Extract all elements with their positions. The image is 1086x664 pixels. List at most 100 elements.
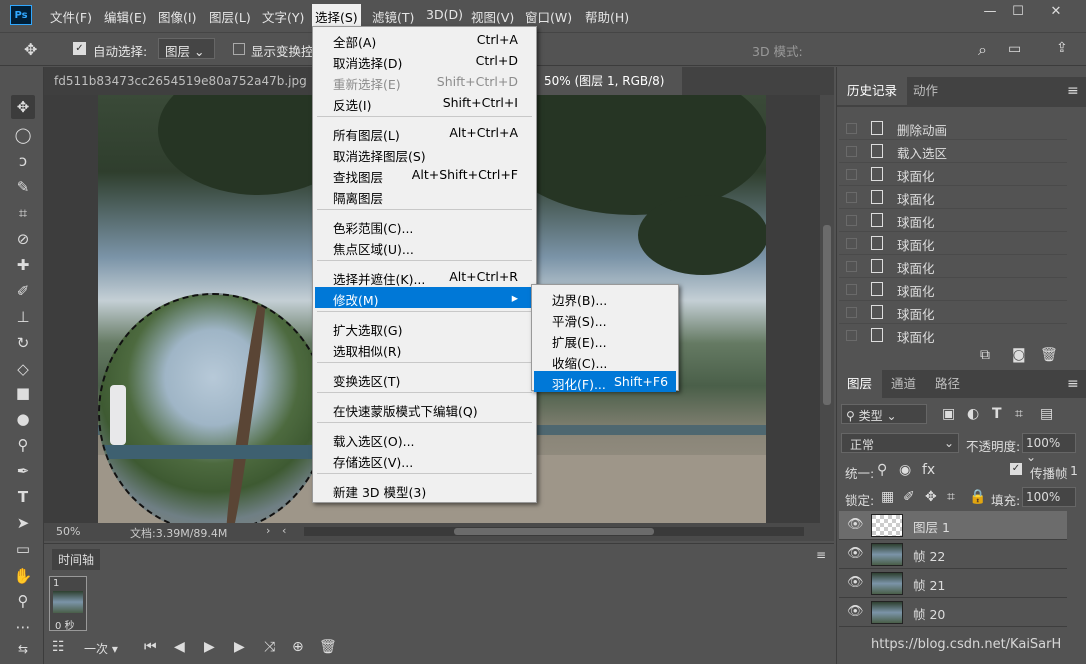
convert-icon[interactable]: ☷ bbox=[52, 639, 65, 655]
menu-item-deselect-layers[interactable]: 取消选择图层(S) bbox=[315, 143, 534, 164]
lasso-tool-icon[interactable]: ↄ bbox=[11, 149, 35, 173]
brush-tool-icon[interactable]: ✐ bbox=[11, 279, 35, 303]
menu-item-deselect[interactable]: 取消选择(D) Ctrl+D bbox=[315, 50, 534, 71]
rectangle-tool-icon[interactable]: ▭ bbox=[11, 537, 35, 561]
layer-row[interactable]: 👁 帧 22 bbox=[839, 540, 1067, 569]
history-item[interactable]: 球面化 bbox=[839, 255, 1067, 278]
prev-frame-icon[interactable]: ◀ bbox=[174, 639, 185, 655]
circular-selection[interactable] bbox=[98, 293, 328, 523]
history-item[interactable]: 球面化 bbox=[839, 163, 1067, 186]
menu-edit[interactable]: 编辑(E) bbox=[101, 6, 150, 27]
menu-item-new-3d-model[interactable]: 新建 3D 模型(3) bbox=[315, 479, 534, 500]
tab-layers[interactable]: 图层 bbox=[837, 370, 883, 398]
panel-menu-icon[interactable]: ≡ bbox=[1067, 376, 1079, 392]
menu-file[interactable]: 文件(F) bbox=[47, 6, 95, 27]
history-brush-tool-icon[interactable]: ↻ bbox=[11, 331, 35, 355]
opacity-field[interactable]: 100% ⌄ bbox=[1022, 433, 1076, 464]
delete-icon[interactable]: 🗑 bbox=[1040, 347, 1058, 363]
doc-tab-1[interactable]: fd511b83473cc2654519e80a752a47b.jpg @ 33 bbox=[44, 67, 314, 116]
menu-item-transform-selection[interactable]: 变换选区(T) bbox=[315, 368, 534, 389]
panel-menu-icon[interactable]: ≡ bbox=[1067, 83, 1079, 99]
tab-actions[interactable]: 动作 bbox=[903, 77, 948, 105]
propagate-checkbox[interactable]: ✓ bbox=[1010, 463, 1022, 475]
submenu-item-border[interactable]: 边界(B)... bbox=[534, 287, 676, 308]
show-transform-checkbox[interactable] bbox=[233, 43, 245, 55]
menu-item-reselect[interactable]: 重新选择(E) Shift+Ctrl+D bbox=[315, 71, 534, 92]
lock-artboard-icon[interactable]: ⌗ bbox=[947, 489, 955, 505]
lock-paint-icon[interactable]: ✐ bbox=[903, 489, 915, 505]
hand-tool-icon[interactable]: ✋ bbox=[11, 564, 35, 588]
menu-image[interactable]: 图像(I) bbox=[155, 6, 199, 27]
menu-item-save-selection[interactable]: 存储选区(V)... bbox=[315, 449, 534, 470]
pen-tool-icon[interactable]: ✒ bbox=[11, 459, 35, 483]
maximize-button[interactable]: ☐ bbox=[1008, 4, 1028, 20]
timeline-title[interactable]: 时间轴 bbox=[52, 549, 101, 570]
stamp-tool-icon[interactable]: ⊥ bbox=[11, 305, 35, 329]
new-doc-from-state-icon[interactable]: ⧉ bbox=[980, 347, 990, 363]
menu-3d[interactable]: 3D(D) bbox=[423, 6, 466, 23]
loop-dropdown[interactable]: 一次 ▾ bbox=[84, 640, 118, 657]
blend-mode-dropdown[interactable]: 正常 ⌄ bbox=[841, 433, 959, 453]
tab-history[interactable]: 历史记录 bbox=[837, 77, 908, 105]
move-tool-icon[interactable]: ✥ bbox=[11, 95, 35, 119]
minimize-button[interactable]: — bbox=[980, 4, 1000, 20]
menu-item-isolate-layers[interactable]: 隔离图层 bbox=[315, 185, 534, 206]
quick-select-tool-icon[interactable]: ✎ bbox=[11, 175, 35, 199]
frame-time[interactable]: 0 秒 bbox=[55, 617, 75, 632]
menu-type[interactable]: 文字(Y) bbox=[259, 6, 307, 27]
panel-menu-icon[interactable]: ≡ bbox=[816, 548, 826, 562]
history-item[interactable]: 球面化 bbox=[839, 324, 1067, 345]
layer-row[interactable]: 👁 帧 21 bbox=[839, 569, 1067, 598]
lock-transparent-icon[interactable]: ▦ bbox=[881, 489, 894, 505]
zoom-tool-icon[interactable]: ⚲ bbox=[11, 589, 35, 613]
layer-row[interactable]: 👁 图层 1 bbox=[839, 511, 1067, 540]
blur-tool-icon[interactable]: ● bbox=[11, 407, 35, 431]
history-item[interactable]: 球面化 bbox=[839, 186, 1067, 209]
menu-item-find-layers[interactable]: 查找图层 Alt+Shift+Ctrl+F bbox=[315, 164, 534, 185]
move-tool-icon[interactable]: ✥ bbox=[24, 40, 37, 59]
history-item[interactable]: 删除动画 bbox=[839, 117, 1067, 140]
history-item[interactable]: 球面化 bbox=[839, 209, 1067, 232]
hscroll-left-icon[interactable]: ‹ bbox=[282, 524, 286, 537]
crop-tool-icon[interactable]: ⌗ bbox=[11, 201, 35, 225]
shape-filter-icon[interactable]: ⌗ bbox=[1015, 406, 1023, 422]
gradient-tool-icon[interactable]: ■ bbox=[11, 381, 35, 405]
eye-icon[interactable]: 👁 bbox=[847, 546, 864, 561]
eye-icon[interactable]: 👁 bbox=[847, 575, 864, 590]
share-icon[interactable]: ⇪ bbox=[1056, 40, 1068, 56]
submenu-item-smooth[interactable]: 平滑(S)... bbox=[534, 308, 676, 329]
submenu-item-contract[interactable]: 收缩(C)... bbox=[534, 350, 676, 371]
healing-tool-icon[interactable]: ✚ bbox=[11, 253, 35, 277]
history-item[interactable]: 球面化 bbox=[839, 232, 1067, 255]
doc-tab-active[interactable]: 50% (图层 1, RGB/8) * ✕ bbox=[534, 67, 682, 116]
menu-item-select-and-mask[interactable]: 选择并遮住(K)... Alt+Ctrl+R bbox=[315, 266, 534, 287]
marquee-tool-icon[interactable]: ◯ bbox=[11, 123, 35, 147]
menu-view[interactable]: 视图(V) bbox=[468, 6, 517, 27]
timeline-frame[interactable]: 1 0 秒 bbox=[49, 576, 87, 632]
play-icon[interactable]: ▶ bbox=[204, 639, 215, 655]
menu-filter[interactable]: 滤镜(T) bbox=[369, 6, 417, 27]
dodge-tool-icon[interactable]: ⚲ bbox=[11, 433, 35, 457]
search-icon[interactable]: ⌕ bbox=[978, 40, 987, 60]
menu-help[interactable]: 帮助(H) bbox=[582, 6, 632, 27]
submenu-item-feather[interactable]: 羽化(F)... Shift+F6 bbox=[534, 371, 676, 392]
tween-icon[interactable]: ⤨ bbox=[264, 639, 275, 655]
status-arrow-icon[interactable]: › bbox=[266, 524, 270, 537]
history-item[interactable]: 球面化 bbox=[839, 278, 1067, 301]
menu-item-all-layers[interactable]: 所有图层(L) Alt+Ctrl+A bbox=[315, 122, 534, 143]
type-filter-icon[interactable]: T bbox=[992, 406, 1002, 422]
history-item[interactable]: 载入选区 bbox=[839, 140, 1067, 163]
colors-icon[interactable]: ⇆ bbox=[11, 637, 35, 661]
menu-item-color-range[interactable]: 色彩范围(C)... bbox=[315, 215, 534, 236]
path-select-tool-icon[interactable]: ➤ bbox=[11, 511, 35, 535]
unify-style-icon[interactable]: fx bbox=[922, 462, 935, 478]
menu-item-similar[interactable]: 选取相似(R) bbox=[315, 338, 534, 359]
zoom-level[interactable]: 50% bbox=[56, 525, 80, 538]
unify-visibility-icon[interactable]: ◉ bbox=[899, 462, 911, 478]
more-tools-icon[interactable]: ⋯ bbox=[11, 615, 35, 639]
menu-item-load-selection[interactable]: 载入选区(O)... bbox=[315, 428, 534, 449]
first-frame-icon[interactable]: ⏮ bbox=[144, 639, 157, 655]
layer-row[interactable]: 👁 帧 20 bbox=[839, 598, 1067, 627]
menu-item-modify[interactable]: 修改(M) ▸ bbox=[315, 287, 534, 308]
workspace-icon[interactable]: ▭ bbox=[1008, 41, 1021, 57]
